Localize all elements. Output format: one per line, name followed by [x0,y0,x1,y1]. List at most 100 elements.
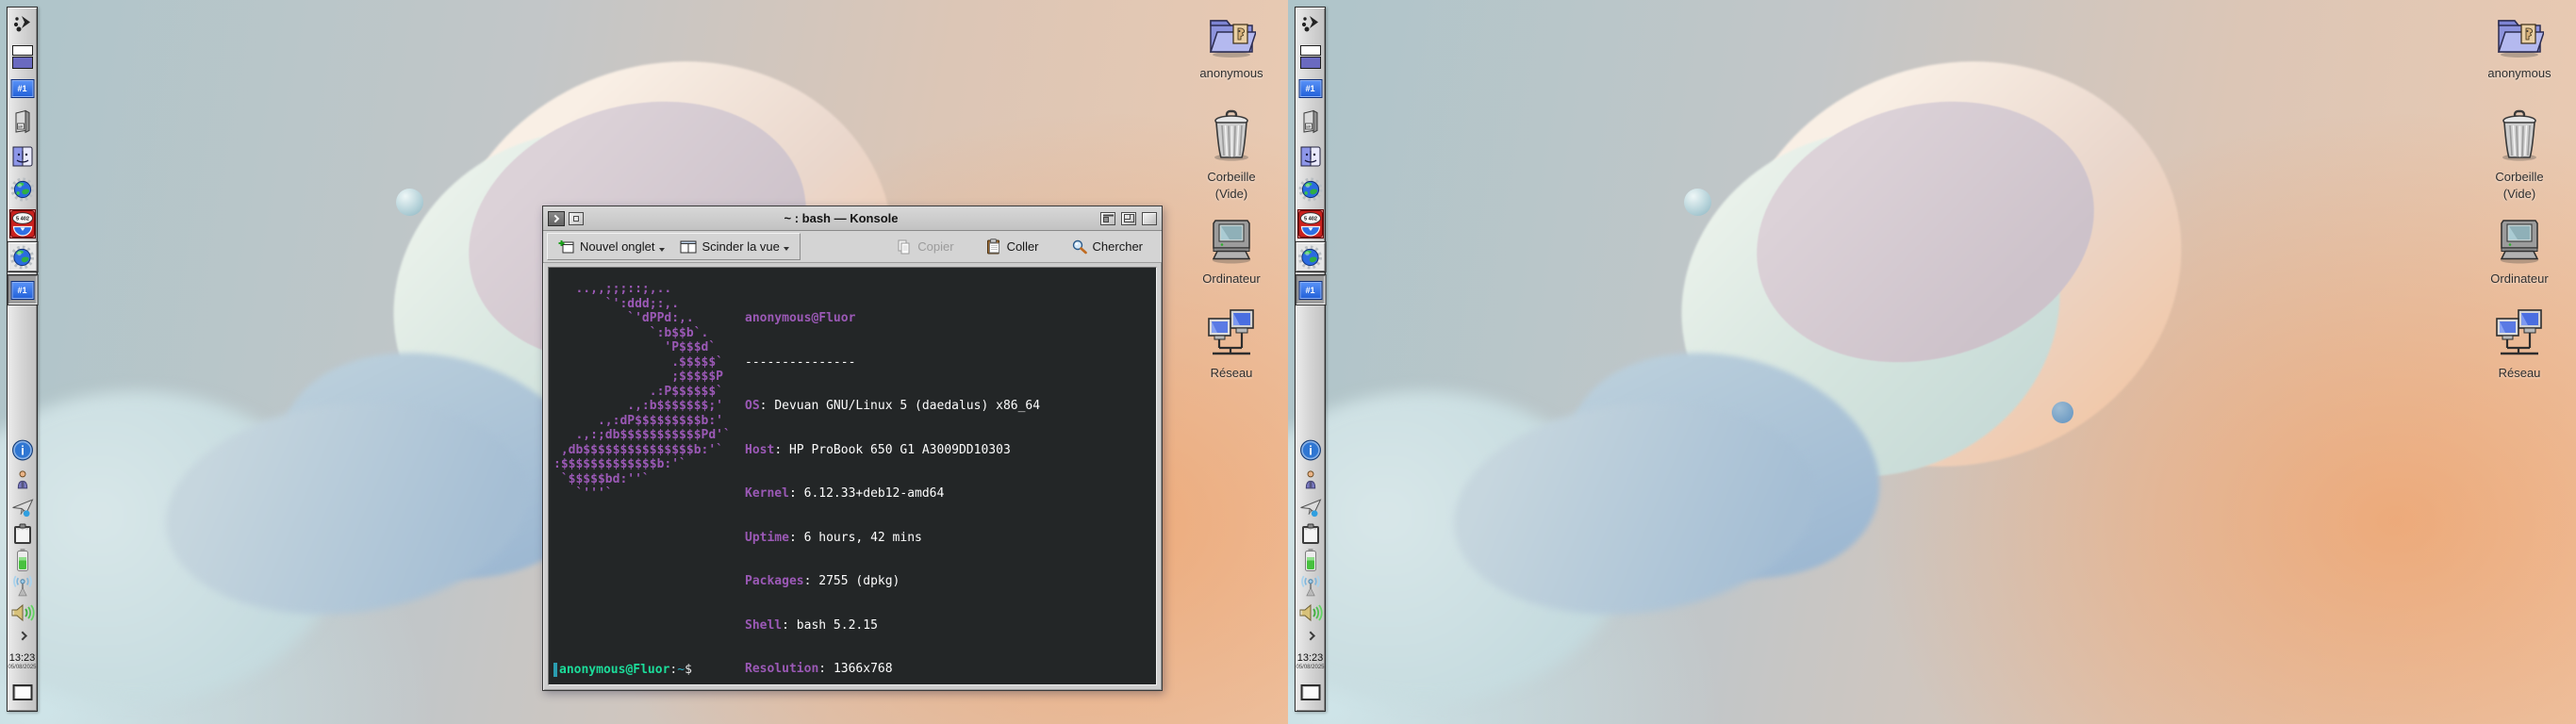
tray-volume[interactable] [10,601,35,624]
toolbar: Nouvel onglet Scinder la vue Copier Coll… [543,231,1162,263]
launcher-monitor-1[interactable]: #1 [10,79,34,98]
app-menu-button[interactable] [1299,12,1322,35]
prompt-user: anonymous@Fluor [559,662,670,677]
find-button[interactable]: Chercher [1064,236,1150,257]
desktop-icon-trash[interactable]: Corbeille (Vide) [2472,109,2567,202]
wallpaper-dot [2052,402,2073,423]
tray-network-wifi[interactable] [10,575,34,599]
launcher-computer[interactable]: 8# [12,109,33,135]
task-konsole-label: #1 [1305,285,1315,295]
tray-send[interactable] [10,498,34,518]
launcher-badge-5402[interactable]: 5 402 [1296,209,1324,239]
desktop-icon-network[interactable]: Réseau [2472,307,2567,382]
desktop-icon-network[interactable]: Réseau [1184,307,1279,382]
panel-expander[interactable] [17,631,27,641]
split-view-label: Scinder la vue [702,239,780,254]
svg-text:8#: 8# [1306,124,1312,129]
network-icon [2496,309,2542,355]
desktop-icon-anonymous[interactable]: anonymous [1184,11,1279,82]
pager-desktop-1[interactable] [11,45,33,56]
terminal-view[interactable]: ..,,;;;::;,.. `':ddd;:,. `'dPPd:,. `:b$$… [550,269,1155,683]
launcher-file-manager[interactable] [1299,145,1322,168]
tray-clipboard[interactable] [1300,523,1321,546]
desktop-icon-trash[interactable]: Corbeille (Vide) [1184,109,1279,202]
new-tab-icon [558,239,574,253]
launcher-browser[interactable] [10,177,35,202]
launcher-monitor-1[interactable]: #1 [1298,79,1322,98]
desktop-icon-label: anonymous [1199,66,1263,80]
task-button-konsole[interactable]: #1 [7,274,38,305]
pager-desktop-2[interactable] [1299,57,1321,69]
find-label: Chercher [1092,239,1143,254]
task-button-browser[interactable] [7,241,38,272]
clock-time: 13:23 [8,652,36,664]
copy-icon [898,239,910,254]
computer-tower-icon: 8# [15,109,29,134]
tray-battery[interactable] [16,548,29,572]
paste-button[interactable]: Coller [979,236,1047,257]
globe-gears-icon [10,245,34,269]
launcher-file-manager[interactable] [11,145,34,168]
shell-prompt: anonymous@Fluor: ~ $ [553,663,692,678]
tray-network-wifi[interactable] [1298,575,1322,599]
task-button-browser[interactable] [1295,241,1326,272]
app-menu-button[interactable] [11,12,34,35]
virtual-desktop-pager[interactable] [1299,45,1321,69]
copy-button[interactable]: Copier [889,236,961,257]
window-pin-button[interactable] [569,211,584,225]
launcher-browser[interactable] [1298,177,1323,202]
maximize-icon [1123,214,1134,222]
monitor-right: #1 8# 5 402 #1 i 13:23 05/08/2025 anonym… [1288,0,2576,724]
terminal-cursor [553,662,557,677]
user-icon [17,470,27,489]
app-menu-icon [13,16,30,32]
split-view-icon [680,240,696,253]
wifi-antenna-icon [1300,575,1320,597]
tray-info[interactable]: i [1298,438,1322,462]
desktop-icon-label: Corbeille (Vide) [2495,170,2544,201]
task-button-konsole[interactable]: #1 [1295,274,1326,305]
desktop-icon-computer[interactable]: Ordinateur [2472,215,2567,288]
tray-volume[interactable] [1298,601,1323,624]
window-menu-button[interactable] [548,210,565,226]
tray-send[interactable] [1298,498,1322,518]
split-view-button[interactable]: Scinder la vue [672,237,797,256]
volume-icon [11,603,35,622]
chevron-right-icon [1305,631,1315,641]
launcher-badge-5402[interactable]: 5 402 [8,209,36,239]
clock-time: 13:23 [1296,652,1324,664]
pager-desktop-2[interactable] [11,57,33,69]
tray-clipboard[interactable] [12,523,33,546]
launcher-computer[interactable]: 8# [1300,109,1321,135]
clock[interactable]: 13:23 05/08/2025 [7,652,38,671]
fetch-row-host: Host: HP ProBook 650 G1 A3009DD10303 [745,442,1011,457]
window-maximize-button[interactable] [1121,211,1136,225]
panel-expander[interactable] [1305,631,1315,641]
computer-tower-icon: 8# [1303,109,1317,134]
show-desktop-button[interactable] [1300,684,1320,700]
desktop-icon-label: Ordinateur [2490,272,2549,286]
task-konsole-label: #1 [17,285,27,295]
fetch-row-resolution: Resolution: 1366x768 [745,662,893,676]
desktop-icon-anonymous[interactable]: anonymous [2472,11,2567,82]
new-tab-button[interactable]: Nouvel onglet [551,237,672,257]
fetch-underline: --------------- [745,354,856,370]
tray-user[interactable] [1303,469,1317,489]
user-folder-icon [1209,20,1258,58]
tray-info[interactable]: i [10,438,34,462]
titlebar[interactable]: ~ : bash — Konsole [543,206,1162,231]
desktop-icon-computer[interactable]: Ordinateur [1184,215,1279,288]
tray-user[interactable] [15,469,29,489]
svg-text:i: i [21,444,25,458]
virtual-desktop-pager[interactable] [11,45,33,69]
pager-desktop-1[interactable] [1299,45,1321,56]
desktop-icon-label: Réseau [2498,366,2541,380]
window-close-button[interactable] [1142,211,1157,225]
globe-gears-icon [1298,245,1322,269]
dual-monitor-desktop: #1 8# 5 402 #1 i 13:23 05/08/2025 anonym… [0,0,2576,724]
show-desktop-button[interactable] [12,684,32,700]
window-shade-button[interactable] [1100,211,1115,225]
clock[interactable]: 13:23 05/08/2025 [1295,652,1326,671]
tray-battery[interactable] [1304,548,1317,572]
fetch-output: ..,,;;;::;,.. `':ddd;:,. `'dPPd:,. `:b$$… [553,282,1151,684]
